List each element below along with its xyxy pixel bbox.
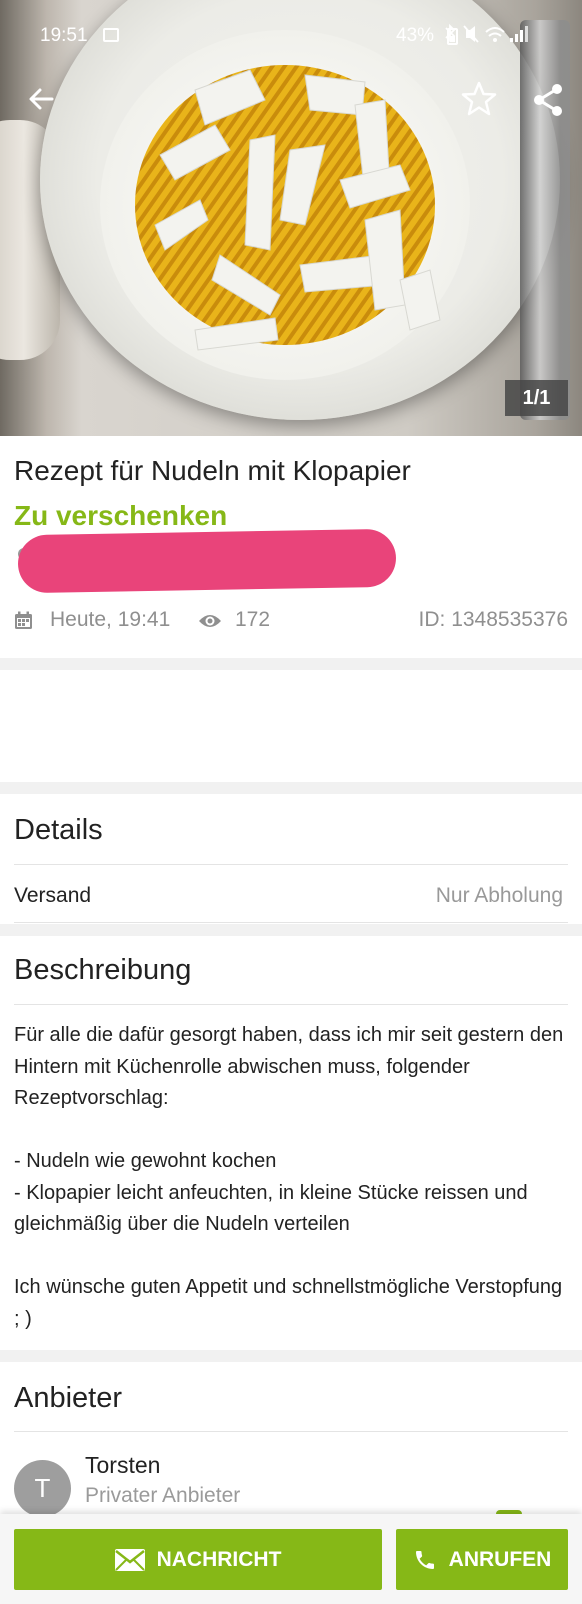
seller-type: Privater Anbieter bbox=[85, 1484, 241, 1507]
listing-title: Rezept für Nudeln mit Klopapier bbox=[14, 455, 411, 486]
message-button-label: NACHRICHT bbox=[156, 1547, 282, 1571]
section-divider bbox=[0, 924, 582, 936]
fork-shape bbox=[520, 20, 570, 420]
details-heading: Details bbox=[14, 814, 103, 846]
section-divider bbox=[0, 658, 582, 670]
star-icon[interactable] bbox=[460, 80, 498, 118]
plate-center bbox=[100, 30, 470, 380]
listing-price: Zu verschenken bbox=[14, 500, 228, 531]
shipping-value: Nur Abholung bbox=[435, 884, 563, 907]
call-button[interactable]: ANRUFEN bbox=[396, 1529, 568, 1590]
battery-icon bbox=[447, 28, 458, 45]
status-bar: 19:51 43% bbox=[0, 0, 582, 72]
description-heading: Beschreibung bbox=[14, 954, 192, 986]
section-divider bbox=[0, 1350, 582, 1362]
pasta-graphic bbox=[135, 65, 441, 351]
section-divider bbox=[0, 782, 582, 794]
divider-line bbox=[14, 864, 568, 865]
description-text: Für alle die dafür gesorgt haben, dass i… bbox=[14, 1024, 564, 1330]
seller-name[interactable]: Torsten bbox=[85, 1452, 160, 1479]
message-button[interactable]: NACHRICHT bbox=[14, 1529, 382, 1590]
share-icon[interactable] bbox=[530, 82, 566, 118]
shipping-label: Versand bbox=[14, 884, 92, 907]
back-arrow-icon[interactable] bbox=[26, 84, 56, 114]
seller-heading: Anbieter bbox=[14, 1382, 123, 1414]
status-time: 19:51 bbox=[40, 25, 88, 46]
divider-line bbox=[14, 922, 568, 923]
view-count: 172 bbox=[235, 608, 271, 631]
image-counter: 1/1 bbox=[505, 380, 568, 416]
avatar[interactable]: T bbox=[14, 1460, 71, 1517]
battery-percent: 43% bbox=[396, 25, 435, 46]
redacted-location bbox=[17, 528, 397, 594]
listing-date: Heute, 19:41 bbox=[50, 608, 171, 631]
call-button-label: ANRUFEN bbox=[448, 1547, 552, 1571]
divider-line bbox=[14, 1431, 568, 1432]
listing-id: ID: 1348535376 bbox=[418, 608, 568, 631]
eye-icon bbox=[199, 615, 221, 627]
phone-icon bbox=[415, 1550, 434, 1569]
calendar-icon bbox=[15, 611, 32, 629]
envelope-icon bbox=[114, 1548, 145, 1571]
divider-line bbox=[14, 1004, 568, 1005]
image-notification-icon bbox=[103, 28, 119, 42]
listing-page: 19:51 43% 1/1 Rezept für Nudeln mit Klop… bbox=[0, 0, 582, 1604]
